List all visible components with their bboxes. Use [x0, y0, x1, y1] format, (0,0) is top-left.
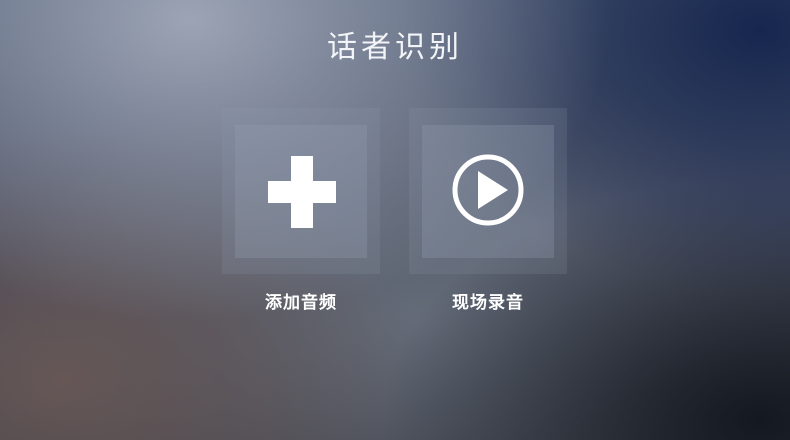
live-record-button[interactable]	[409, 108, 567, 274]
live-record-label[interactable]: 现场录音	[409, 288, 567, 313]
plus-icon	[268, 156, 336, 228]
live-record-tile-inner[interactable]	[422, 125, 554, 258]
add-audio-label[interactable]: 添加音频	[222, 288, 380, 313]
play-circle-icon	[452, 154, 524, 226]
add-audio-button[interactable]	[222, 108, 380, 274]
add-audio-tile-inner[interactable]	[235, 125, 367, 258]
page-title: 话者识别	[327, 30, 463, 65]
